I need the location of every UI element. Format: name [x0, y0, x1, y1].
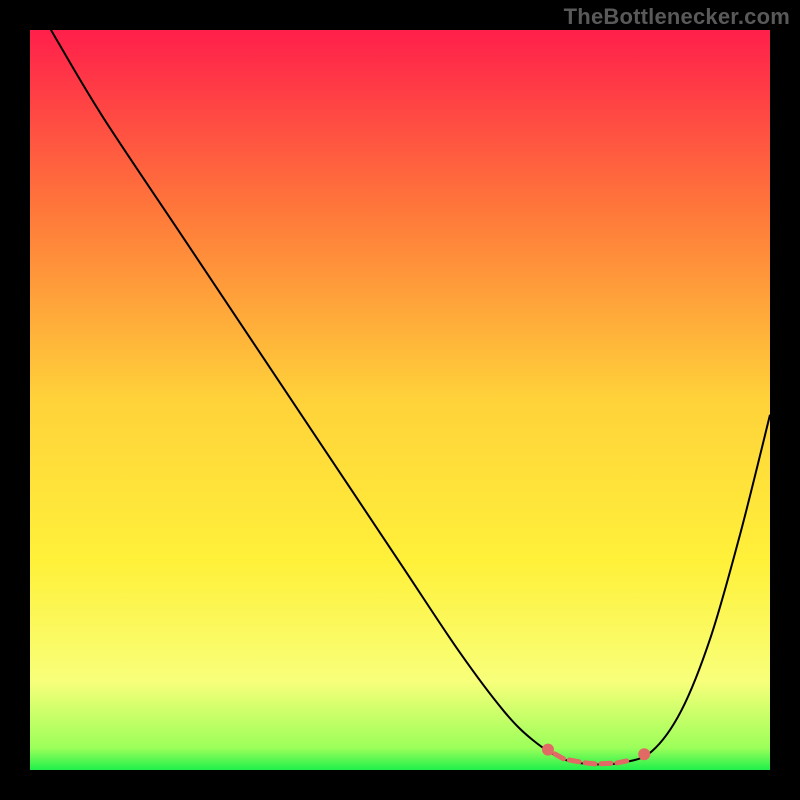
watermark-text: TheBottlenecker.com — [564, 4, 790, 30]
bottleneck-chart — [30, 30, 770, 770]
gradient-bg — [30, 30, 770, 770]
